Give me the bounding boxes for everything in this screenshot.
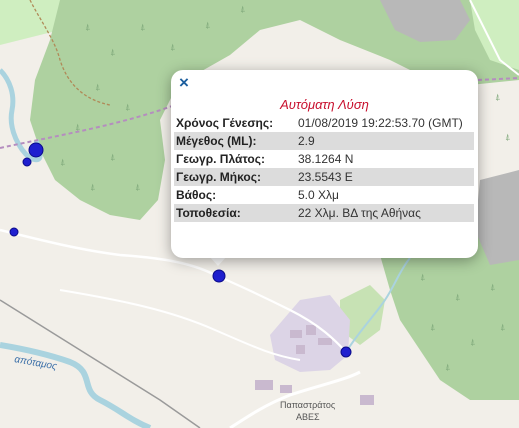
- popup-title: Αυτόματη Λύση: [280, 97, 369, 112]
- depth-value: 5.0 Χλμ: [298, 188, 339, 202]
- svg-text:⍋: ⍋: [505, 133, 510, 143]
- quake-marker-selected[interactable]: [212, 269, 226, 283]
- latitude-value: 38.1264 N: [298, 152, 354, 166]
- table-row: Χρόνος Γένεσης: 01/08/2019 19:22:53.70 (…: [174, 114, 474, 132]
- origin-time-value: 01/08/2019 19:22:53.70 (GMT): [298, 116, 463, 130]
- quake-marker-large[interactable]: [28, 142, 44, 158]
- longitude-label: Γεωγρ. Μήκος:: [174, 168, 296, 186]
- svg-text:⍋: ⍋: [140, 23, 145, 33]
- quake-marker-east[interactable]: [340, 346, 352, 358]
- latitude-label: Γεωγρ. Πλάτος:: [176, 152, 265, 166]
- place-label: Παπαστράτος: [280, 400, 336, 410]
- svg-text:⍋: ⍋: [495, 93, 500, 103]
- origin-time-label: Χρόνος Γένεσης:: [176, 116, 274, 130]
- table-row: Γεωγρ. Μήκος: 23.5543 E: [174, 168, 474, 186]
- svg-text:⍋: ⍋: [470, 338, 475, 348]
- quake-info-popup: × Αυτόματη Λύση Χρόνος Γένεσης: 01/08/20…: [171, 70, 478, 258]
- svg-text:⍋: ⍋: [420, 273, 425, 283]
- svg-text:⍋: ⍋: [110, 48, 115, 58]
- table-row: Γεωγρ. Πλάτος: 38.1264 N: [174, 150, 474, 168]
- svg-text:⍋: ⍋: [430, 323, 435, 333]
- location-label: Τοποθεσία:: [174, 204, 296, 222]
- svg-text:⍋: ⍋: [135, 183, 140, 193]
- svg-text:⍋: ⍋: [490, 283, 495, 293]
- svg-text:⍋: ⍋: [240, 5, 245, 15]
- quake-marker-west[interactable]: [9, 227, 19, 237]
- close-icon[interactable]: ×: [175, 74, 193, 92]
- magnitude-label: Μέγεθος (ML):: [174, 132, 296, 150]
- svg-text:⍋: ⍋: [110, 153, 115, 163]
- depth-label: Βάθος:: [176, 188, 217, 202]
- magnitude-value: 2.9: [296, 132, 474, 150]
- svg-text:⍋: ⍋: [205, 21, 210, 31]
- svg-text:⍋: ⍋: [445, 363, 450, 373]
- svg-text:⍋: ⍋: [60, 158, 65, 168]
- svg-text:⍋: ⍋: [95, 83, 100, 93]
- longitude-value: 23.5543 E: [296, 168, 474, 186]
- table-row: Βάθος: 5.0 Χλμ: [174, 186, 474, 204]
- svg-text:⍋: ⍋: [85, 23, 90, 33]
- table-row: Τοποθεσία: 22 Χλμ. ΒΔ της Αθήνας: [174, 204, 474, 222]
- svg-text:⍋: ⍋: [455, 293, 460, 303]
- svg-text:⍋: ⍋: [125, 103, 130, 113]
- svg-text:⍋: ⍋: [500, 323, 505, 333]
- svg-text:⍋: ⍋: [90, 183, 95, 193]
- location-value: 22 Χλμ. ΒΔ της Αθήνας: [296, 204, 474, 222]
- svg-text:⍋: ⍋: [170, 43, 175, 53]
- quake-marker[interactable]: [22, 157, 32, 167]
- place-sublabel: ΑΒΕΣ: [296, 412, 320, 422]
- quake-info-table: Χρόνος Γένεσης: 01/08/2019 19:22:53.70 (…: [174, 114, 474, 222]
- table-row: Μέγεθος (ML): 2.9: [174, 132, 474, 150]
